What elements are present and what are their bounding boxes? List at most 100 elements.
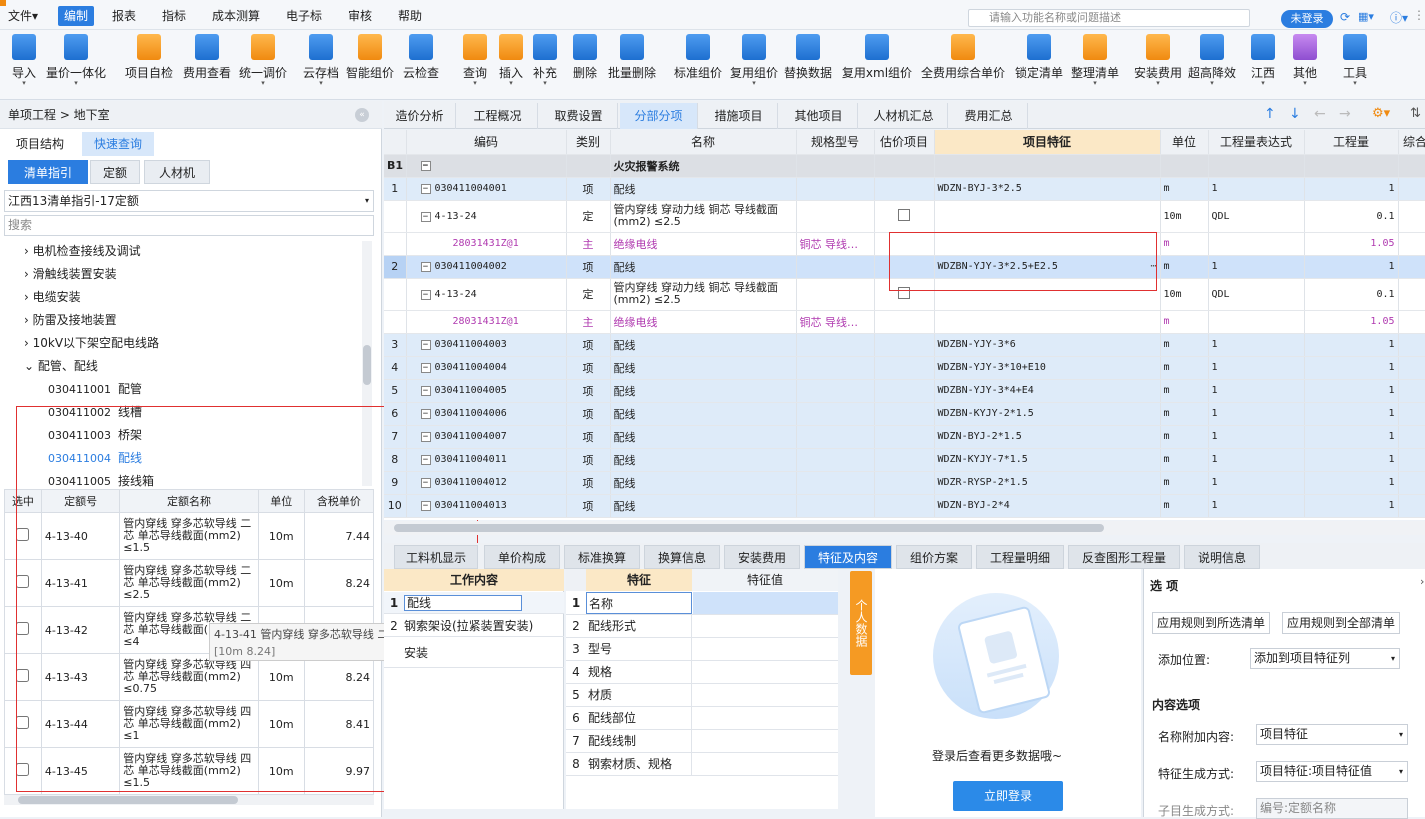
menu-cost[interactable]: 成本测算 [206,6,266,26]
col-spec[interactable]: 规格型号 [796,130,875,155]
tab-fee-setting[interactable]: 取费设置 [540,103,618,129]
more-icon[interactable]: ⋮ [1413,8,1425,22]
query-button[interactable]: 查询 ▾ [460,34,490,87]
sort-list-button[interactable]: 整理清单 ▾ [1068,34,1122,87]
tree-subitem[interactable]: 030411001 配管 [48,379,142,399]
col-expression[interactable]: 工程量表达式 [1208,130,1305,155]
feature-row[interactable]: 1 名称 [566,592,838,615]
tab-fee-summary[interactable]: 费用汇总 [950,103,1028,129]
tab-quantity-detail[interactable]: 工程量明细 [976,545,1064,569]
tab-material-summary[interactable]: 人材机汇总 [860,103,948,129]
tree-item-overhead[interactable]: › 10kV以下架空配电线路 [24,333,159,353]
col-quantity[interactable]: 工程量 [1304,130,1399,155]
table-row[interactable]: 7−030411004007 项配线 WDZN-BYJ-2*1.5 m 1 1 [384,425,1425,449]
menu-help[interactable]: 帮助 [392,6,428,26]
tab-other-items[interactable]: 其他项目 [780,103,858,129]
reuse-xml-button[interactable]: 复用xml组价 [840,34,914,81]
main-h-scrollbar[interactable] [384,521,1425,535]
supplement-button[interactable]: 补充 ▾ [530,34,560,87]
qty-price-button[interactable]: 量价一体化 ▾ [44,34,108,87]
price-adjust-button[interactable]: 统一调价 ▾ [236,34,290,87]
menu-report[interactable]: 报表 [106,6,142,26]
table-row[interactable]: 4−030411004004 项配线 WDZBN-YJY-3*10+E10 m 1 1 [384,356,1425,380]
guide-search-input[interactable]: 搜索 [4,215,374,236]
estimate-checkbox[interactable] [898,208,910,221]
fee-view-button[interactable]: 费用查看 [180,34,234,81]
name-append-select[interactable]: 项目特征 ▾ [1256,724,1408,745]
move-down-icon[interactable]: ↓ [1289,106,1301,122]
table-row[interactable]: 9−030411004012 项配线 WDZR-RYSP-2*1.5 m 1 1 [384,471,1425,495]
move-left-icon[interactable]: ← [1314,106,1326,122]
table-row[interactable]: B1−火灾报警系统1 [384,154,1425,178]
lock-list-button[interactable]: 锁定清单 [1012,34,1066,81]
settings-icon[interactable]: ⚙▾ [1372,106,1390,121]
tab-quota[interactable]: 定额 [90,160,140,184]
tools-button[interactable]: 工具 ▾ [1340,34,1370,87]
insert-button[interactable]: 插入 ▾ [496,34,526,87]
col-feature[interactable]: 项目特征 [934,130,1161,155]
tab-price-scheme[interactable]: 组价方案 [896,545,972,569]
menu-audit[interactable]: 审核 [342,6,378,26]
feature-row[interactable]: 3 型号 [566,638,838,661]
login-status-button[interactable]: 未登录 [1281,10,1333,28]
add-position-select[interactable]: 添加到项目特征列 ▾ [1250,648,1400,669]
feature-gen-select[interactable]: 项目特征:项目特征值 ▾ [1256,761,1408,782]
tab-standard-conversion[interactable]: 标准换算 [564,545,640,569]
jiangxi-button[interactable]: 江西 ▾ [1248,34,1278,87]
tab-material[interactable]: 人材机 [144,160,210,184]
tab-sections[interactable]: 分部分项 [620,103,698,129]
table-row[interactable]: 6−030411004006 项配线 WDZBN-KYJY-2*1.5 m 1 1 [384,402,1425,426]
tree-item-motor[interactable]: › 电机检查接线及调试 [24,241,141,261]
col-unit-price[interactable]: 综合单 [1398,130,1425,155]
table-row[interactable]: 1−030411004001项配线WDZN-BYJ-3*2.5m11( [384,177,1425,201]
tree-item-conduit[interactable]: ⌄ 配管、配线 [24,356,98,376]
table-row[interactable]: 3−030411004003 项配线 WDZBN-YJY-3*6 m 1 1 [384,333,1425,357]
feature-row[interactable]: 8 钢索材质、规格 [566,753,838,776]
feature-row[interactable]: 4 规格 [566,661,838,684]
col-code[interactable]: 编码 [406,130,567,155]
cloud-save-button[interactable]: 云存档 ▾ [300,34,342,87]
tab-material-display[interactable]: 工料机显示 [394,545,478,569]
move-right-icon[interactable]: → [1339,106,1351,122]
col-type[interactable]: 类别 [566,130,611,155]
list-item[interactable]: 安装 [384,638,564,668]
sub-gen-select[interactable]: 编号:定额名称 [1256,798,1408,819]
tab-graphic-quantity[interactable]: 反查图形工程量 [1068,545,1180,569]
standard-price-button[interactable]: 标准组价 [672,34,724,81]
tab-project-structure[interactable]: 项目结构 [4,132,76,156]
feature-row[interactable]: 6 配线部位 [566,707,838,730]
tab-overview[interactable]: 工程概况 [458,103,538,129]
function-search-input[interactable]: 请输入功能名称或问题描述 [968,9,1250,27]
delete-button[interactable]: 删除 [568,34,602,81]
table-row[interactable]: 28031431Z@1 主绝缘电线 铜芯 导线… m 1.05 [384,310,1425,334]
guide-select[interactable]: 江西13清单指引-17定额 ▾ [4,190,374,212]
tab-price-composition[interactable]: 单价构成 [484,545,560,569]
menu-ebid[interactable]: 电子标 [280,6,328,26]
apply-selected-button[interactable]: 应用规则到所选清单 [1152,612,1270,634]
refresh-icon[interactable]: ⟳ [1340,10,1350,24]
batch-delete-button[interactable]: 批量删除 [606,34,658,81]
install-fee-button[interactable]: 安装费用 ▾ [1132,34,1184,87]
other-button[interactable]: 其他 ▾ [1290,34,1320,87]
col-name[interactable]: 名称 [610,130,797,155]
personal-data-tab[interactable]: 个人数据 [850,571,872,675]
table-row[interactable]: 10−030411004013 项配线 WDZN-BYJ-2*4 m 1 1 [384,494,1425,518]
menu-index[interactable]: 指标 [156,6,192,26]
list-item[interactable]: 1 配线 [384,592,564,614]
close-icon[interactable]: › [1420,575,1424,588]
move-up-icon[interactable]: ↑ [1264,106,1276,122]
tree-item-lightning[interactable]: › 防雷及接地装置 [24,310,117,330]
col-unit[interactable]: 单位 [1160,130,1209,155]
col-estimate[interactable]: 估价项目 [874,130,935,155]
full-fee-price-button[interactable]: 全费用综合单价 [918,34,1008,81]
tree-item-trolley[interactable]: › 滑触线装置安装 [24,264,117,284]
table-row[interactable]: −4-13-24 定管内穿线 穿动力线 铜芯 导线截面(mm2) ≤2.5 10m Q… [384,200,1425,233]
height-reduce-button[interactable]: 超高降效 ▾ [1186,34,1238,87]
grid-h-scrollbar[interactable] [4,795,374,805]
column-icon[interactable]: ⇅ [1410,106,1421,121]
replace-data-button[interactable]: 替换数据 [782,34,834,81]
tab-quick-query[interactable]: 快速查询 [82,132,155,156]
feature-row[interactable]: 2 配线形式 [566,615,838,638]
feature-row[interactable]: 5 材质 [566,684,838,707]
collapse-icon[interactable]: « [355,108,369,122]
